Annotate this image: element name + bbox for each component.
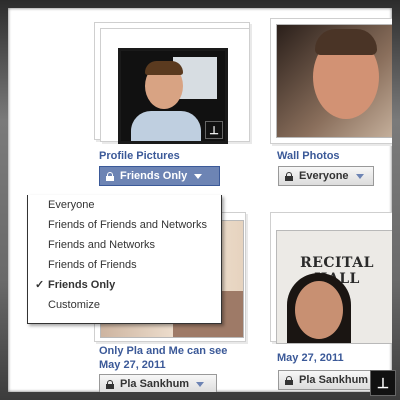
privacy-button-wall-photos[interactable]: Everyone (278, 166, 374, 186)
album-cover-may-27[interactable]: RECITAL HALL (276, 230, 392, 344)
menu-item-friends-only[interactable]: ✓ Friends Only (28, 275, 221, 295)
album-cover-wall-photos[interactable] (276, 24, 392, 138)
menu-item-label: Friends and Networks (48, 239, 155, 251)
privacy-button-label: Everyone (299, 170, 349, 182)
album-title-line2: May 27, 2011 (99, 359, 166, 371)
album-title-line1: Only Pla and Me can see (99, 345, 228, 357)
menu-item-customize[interactable]: Customize (28, 295, 221, 315)
watermark-logo-icon: ⊥ (205, 121, 223, 139)
menu-item-friends-of-friends[interactable]: Friends of Friends (28, 255, 221, 275)
menu-item-label: Everyone (48, 199, 95, 211)
watermark-logo-icon: ⊥ (370, 370, 396, 396)
lock-icon (106, 379, 114, 389)
album-title-may-27[interactable]: May 27, 2011 (277, 351, 344, 365)
privacy-button-label: Friends Only (120, 170, 188, 182)
privacy-button-private[interactable]: Pla Sankhum (99, 374, 217, 392)
privacy-button-may-27[interactable]: Pla Sankhum (278, 370, 382, 390)
photo-shirt (131, 111, 201, 141)
chevron-down-icon (355, 173, 364, 179)
menu-item-friends-of-friends-and-networks[interactable]: Friends of Friends and Networks (28, 215, 221, 235)
screenshot-frame: ⊥ Profile Pictures Friends Only Wall Pho… (0, 0, 400, 400)
photo-albums-panel: ⊥ Profile Pictures Friends Only Wall Pho… (8, 8, 392, 392)
privacy-dropdown-menu: Everyone Friends of Friends and Networks… (27, 195, 222, 324)
photo-face (295, 281, 343, 339)
lock-icon (285, 171, 293, 181)
album-title-profile-pictures[interactable]: Profile Pictures (99, 149, 180, 163)
privacy-button-profile-pictures[interactable]: Friends Only (99, 166, 220, 186)
privacy-button-label: Pla Sankhum (120, 378, 190, 390)
lock-icon (106, 171, 114, 181)
menu-item-label: Friends of Friends (48, 259, 137, 271)
chevron-down-icon (194, 173, 203, 179)
menu-item-label: Friends Only (48, 279, 116, 291)
menu-item-label: Friends of Friends and Networks (48, 219, 207, 231)
lock-icon (285, 375, 293, 385)
photo-hair (145, 61, 183, 75)
menu-item-label: Customize (48, 299, 100, 311)
checkmark-icon: ✓ (35, 279, 45, 291)
photo-hair (315, 29, 377, 55)
menu-item-friends-and-networks[interactable]: Friends and Networks (28, 235, 221, 255)
album-title-wall-photos[interactable]: Wall Photos (277, 149, 340, 163)
chevron-down-icon (196, 381, 205, 387)
album-title-private[interactable]: Only Pla and Me can see May 27, 2011 (99, 344, 227, 372)
menu-item-everyone[interactable]: Everyone (28, 195, 221, 215)
privacy-button-label: Pla Sankhum (299, 374, 369, 386)
album-cover-profile-pictures[interactable]: ⊥ (118, 48, 228, 144)
